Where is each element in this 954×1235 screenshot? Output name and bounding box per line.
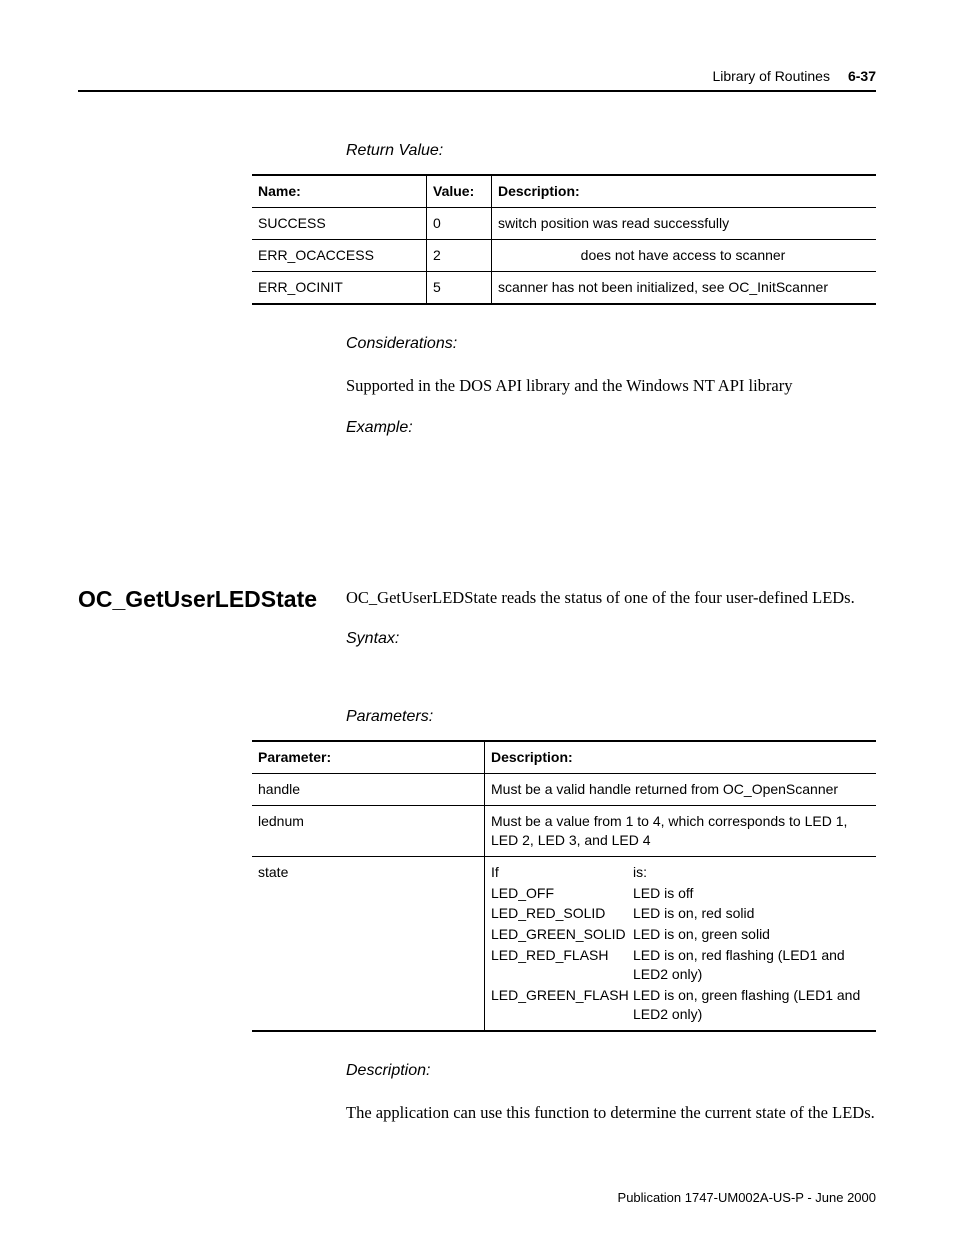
state-key: LED_RED_SOLID xyxy=(491,904,631,923)
state-value: LED is on, red flashing (LED1 and LED2 o… xyxy=(633,946,868,984)
param-table-row: handle Must be a valid handle returned f… xyxy=(252,774,876,806)
return-name: ERR_OCACCESS xyxy=(252,239,427,271)
param-name: state xyxy=(252,856,485,1031)
param-table-head-param: Parameter: xyxy=(252,741,485,773)
heading-description: Description: xyxy=(346,1062,876,1080)
description-text: The application can use this function to… xyxy=(346,1102,876,1124)
return-table-row: ERR_OCACCESS 2 does not have access to s… xyxy=(252,239,876,271)
heading-syntax: Syntax: xyxy=(346,630,876,648)
section-intro: OC_GetUserLEDState reads the status of o… xyxy=(346,587,855,609)
param-table-row: lednum Must be a value from 1 to 4, whic… xyxy=(252,805,876,856)
return-table-row: ERR_OCINIT 5 scanner has not been initia… xyxy=(252,271,876,303)
return-table-head-desc: Description: xyxy=(492,175,877,207)
param-table-row: state If is: LED_OFF LED is off LED_RED_… xyxy=(252,856,876,1031)
state-value: LED is on, green solid xyxy=(633,925,868,944)
param-name: lednum xyxy=(252,805,485,856)
param-name: handle xyxy=(252,774,485,806)
state-key: LED_RED_FLASH xyxy=(491,946,631,984)
heading-example: Example: xyxy=(346,419,876,437)
section-oc-getuserledstate: OC_GetUserLEDState OC_GetUserLEDState re… xyxy=(78,587,876,612)
return-table-head-value: Value: xyxy=(427,175,492,207)
considerations-text: Supported in the DOS API library and the… xyxy=(346,375,876,397)
param-desc: Must be a valid handle returned from OC_… xyxy=(485,774,877,806)
return-value: 5 xyxy=(427,271,492,303)
state-value: LED is on, green flashing (LED1 and LED2… xyxy=(633,986,868,1024)
state-key: LED_GREEN_SOLID xyxy=(491,925,631,944)
return-value: 0 xyxy=(427,207,492,239)
param-table-head-desc: Description: xyxy=(485,741,877,773)
running-header: Library of Routines 6-37 xyxy=(78,68,876,92)
return-desc: scanner has not been initialized, see OC… xyxy=(492,271,877,303)
param-desc: Must be a value from 1 to 4, which corre… xyxy=(485,805,877,856)
heading-parameters: Parameters: xyxy=(346,708,876,726)
return-name: SUCCESS xyxy=(252,207,427,239)
return-table-row: SUCCESS 0 switch position was read succe… xyxy=(252,207,876,239)
header-section-number: 6-37 xyxy=(848,68,876,84)
return-desc: switch position was read successfully xyxy=(492,207,877,239)
state-key: LED_OFF xyxy=(491,884,631,903)
footer-publication: Publication 1747-UM002A-US-P - June 2000 xyxy=(618,1190,876,1205)
header-section-title: Library of Routines xyxy=(712,68,830,84)
heading-return-value: Return Value: xyxy=(346,142,876,160)
return-name: ERR_OCINIT xyxy=(252,271,427,303)
param-desc: If is: LED_OFF LED is off LED_RED_SOLID … xyxy=(485,856,877,1031)
state-value: LED is on, red solid xyxy=(633,904,868,923)
heading-considerations: Considerations: xyxy=(346,335,876,353)
state-key: LED_GREEN_FLASH xyxy=(491,986,631,1024)
return-value: 2 xyxy=(427,239,492,271)
state-is-label: is: xyxy=(633,863,868,882)
state-value: LED is off xyxy=(633,884,868,903)
return-desc: does not have access to scanner xyxy=(492,239,877,271)
return-table-head-name: Name: xyxy=(252,175,427,207)
page: Library of Routines 6-37 Return Value: N… xyxy=(0,0,954,1235)
section-title: OC_GetUserLEDState xyxy=(78,587,346,612)
state-if-label: If xyxy=(491,863,631,882)
return-value-table: Name: Value: Description: SUCCESS 0 swit… xyxy=(252,174,876,305)
parameters-table: Parameter: Description: handle Must be a… xyxy=(252,740,876,1032)
